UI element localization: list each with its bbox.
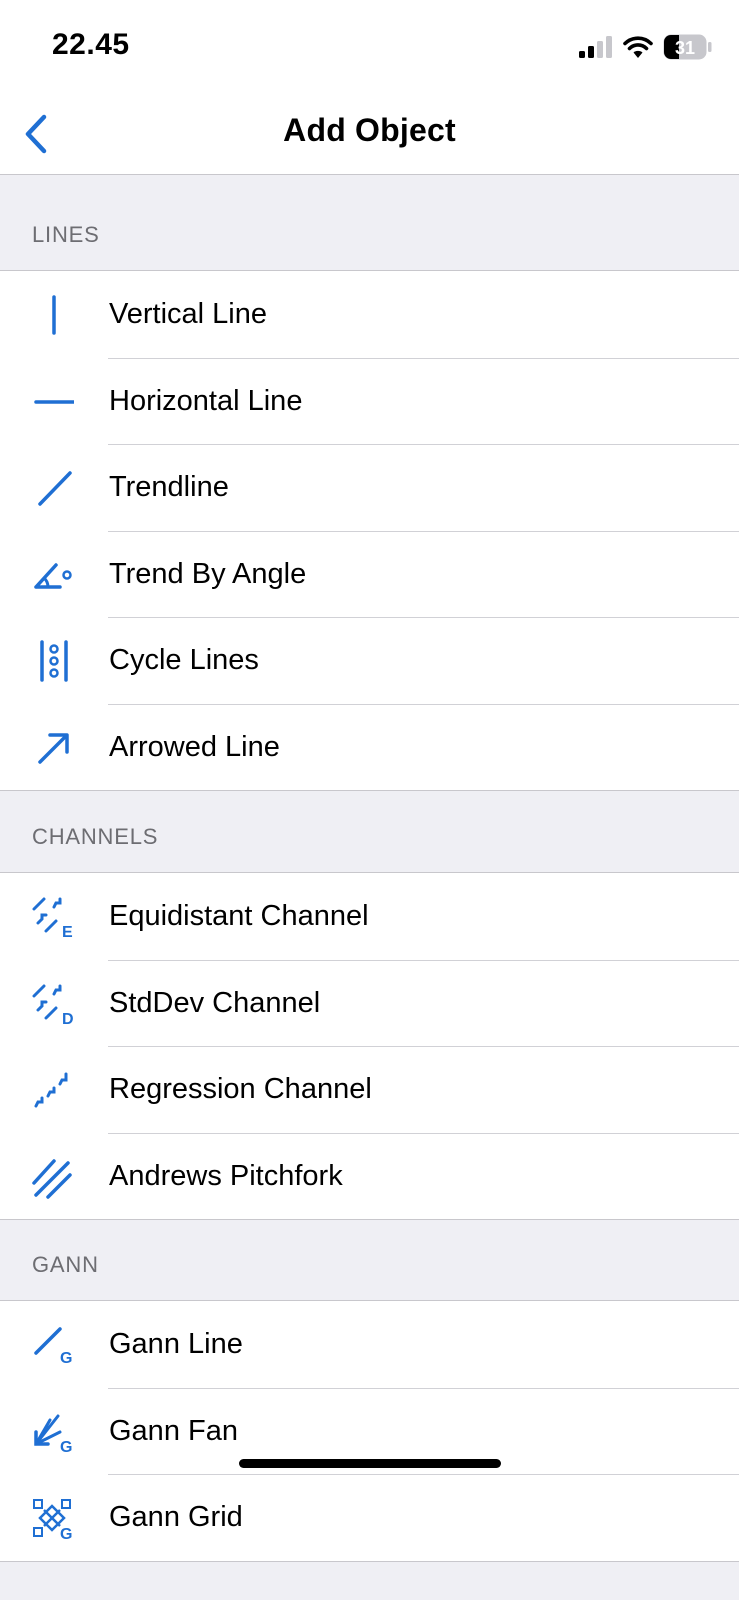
list-item-label: Cycle Lines — [109, 644, 259, 676]
cycle-lines-icon — [30, 639, 74, 683]
list-item-gann-grid[interactable]: G Gann Grid — [0, 1474, 739, 1561]
section-header-channels: CHANNELS — [0, 824, 739, 864]
section-header-label: CHANNELS — [32, 824, 159, 849]
list-item-cycle-lines[interactable]: Cycle Lines — [0, 617, 739, 704]
list-item-label: Gann Fan — [109, 1414, 238, 1447]
svg-text:G: G — [60, 1526, 72, 1540]
list-item-label: Horizontal Line — [109, 384, 303, 417]
list-item-equidistant-channel[interactable]: E Equidistant Channel — [0, 873, 739, 960]
battery-icon: 31 — [663, 34, 712, 60]
svg-text:D: D — [62, 1011, 74, 1026]
svg-text:G: G — [60, 1439, 72, 1454]
svg-text:G: G — [60, 1350, 72, 1367]
page-title: Add Object — [283, 112, 456, 148]
arrowed-line-icon — [30, 726, 74, 770]
section-header-lines: LINES — [0, 222, 739, 262]
list-item-label: Gann Line — [109, 1328, 243, 1360]
cellular-signal-icon — [579, 36, 612, 58]
svg-text:E: E — [62, 924, 73, 939]
list-item-arrowed-line[interactable]: Arrowed Line — [0, 703, 739, 791]
andrews-pitchfork-icon — [30, 1155, 74, 1199]
list-item-regression-channel[interactable]: Regression Channel — [0, 1046, 739, 1133]
list-item-vertical-line[interactable]: Vertical Line — [0, 271, 739, 358]
section-header-gann: GANN — [0, 1252, 739, 1292]
list-item-label: StdDev Channel — [109, 986, 321, 1019]
list-item-label: Equidistant Channel — [109, 900, 369, 932]
list-item-label: Andrews Pitchfork — [109, 1159, 343, 1192]
horizontal-line-icon — [30, 380, 74, 424]
stddev-channel-icon: D — [30, 982, 74, 1026]
list-item-gann-line[interactable]: G Gann Line — [0, 1301, 739, 1388]
status-icons: 31 — [579, 32, 713, 62]
list-item-stddev-channel[interactable]: D StdDev Channel — [0, 959, 739, 1047]
list-item-horizontal-line[interactable]: Horizontal Line — [0, 357, 739, 445]
section-header-label: GANN — [32, 1252, 99, 1277]
section-header-label: LINES — [32, 222, 100, 247]
list-item-label: Vertical Line — [109, 298, 267, 330]
navigation-bar: Add Object — [0, 92, 739, 175]
gann-group: G Gann Line G Gann Fan G Gann Grid — [0, 1300, 739, 1562]
list-item-label: Gann Grid — [109, 1501, 243, 1533]
list-item-label: Trend By Angle — [109, 557, 307, 590]
list-item-trend-by-angle[interactable]: Trend By Angle — [0, 530, 739, 618]
list-item-trendline[interactable]: Trendline — [0, 444, 739, 531]
lines-group: Vertical Line Horizontal Line Trendline … — [0, 270, 739, 791]
gann-line-icon: G — [30, 1323, 74, 1367]
trendline-icon — [30, 466, 74, 510]
gann-grid-icon: G — [30, 1496, 74, 1540]
wifi-icon — [623, 36, 653, 58]
list-item-label: Trendline — [109, 471, 229, 503]
status-bar: 22.45 31 — [0, 0, 739, 92]
vertical-line-icon — [30, 293, 74, 337]
equidistant-channel-icon: E — [30, 895, 74, 939]
list-item-label: Regression Channel — [109, 1073, 372, 1105]
regression-channel-icon — [30, 1068, 74, 1112]
list-item-label: Arrowed Line — [109, 730, 280, 763]
gann-fan-icon: G — [30, 1410, 74, 1454]
status-time: 22.45 — [52, 28, 130, 61]
battery-level: 31 — [675, 38, 695, 58]
trend-by-angle-icon — [30, 553, 74, 597]
home-indicator — [239, 1459, 501, 1468]
list-item-andrews-pitchfork[interactable]: Andrews Pitchfork — [0, 1132, 739, 1220]
channels-group: E Equidistant Channel D StdDev Channel R… — [0, 872, 739, 1220]
